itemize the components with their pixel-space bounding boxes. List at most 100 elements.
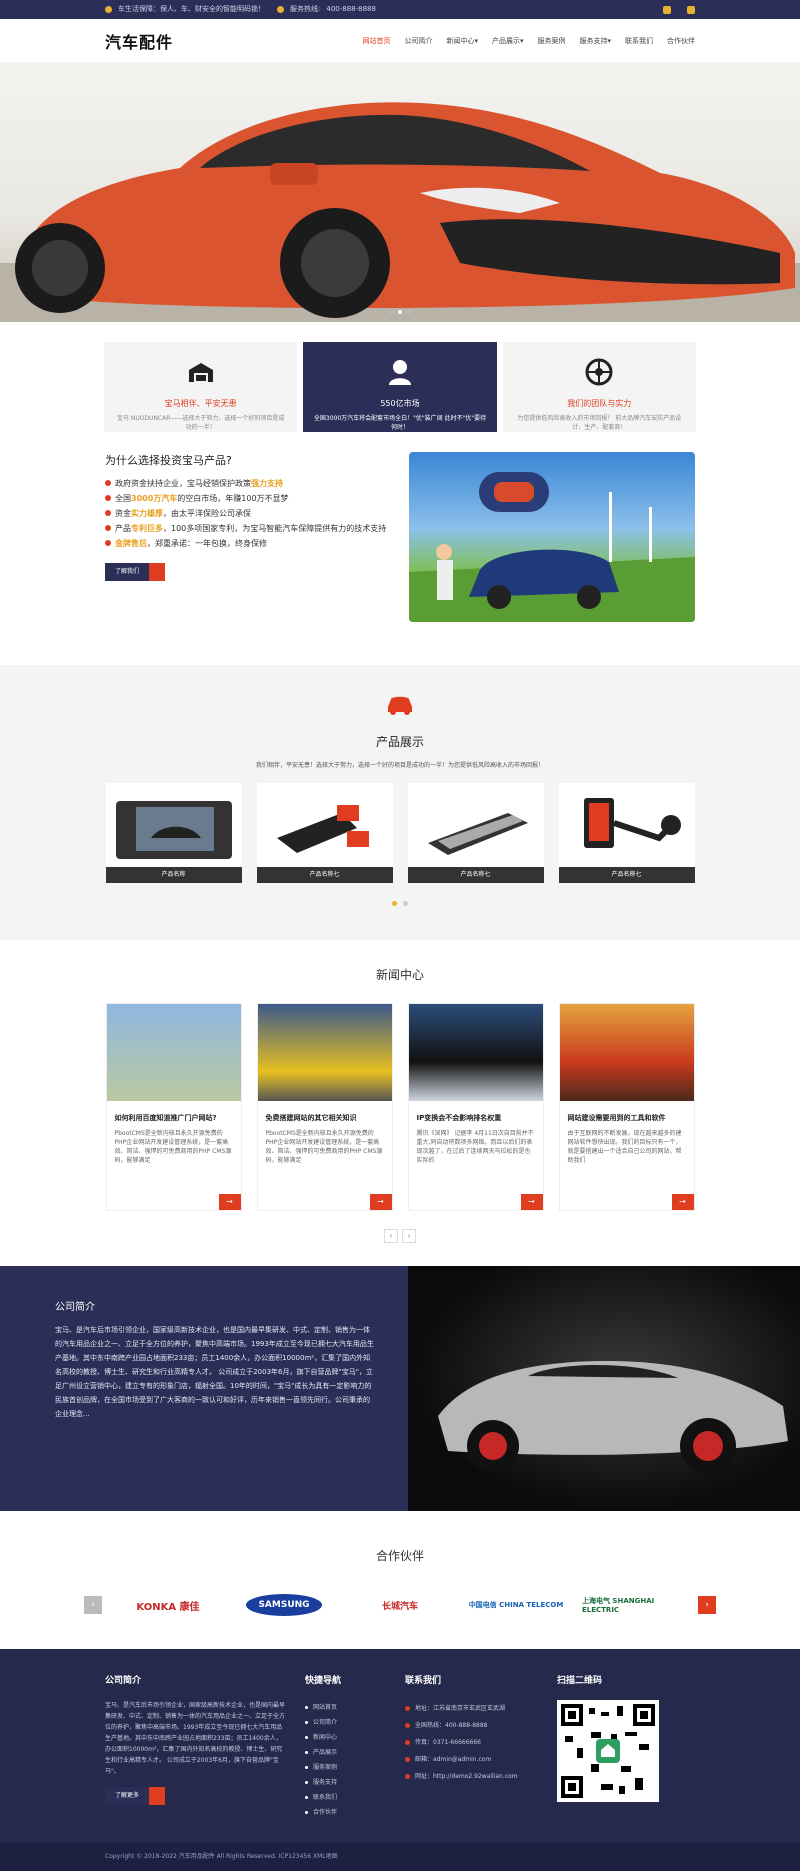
about-section: 公司简介 宝马、是汽车后市场引领企业，国家级高新技术企业，也是国内最早集研发、中… <box>0 1266 800 1511</box>
arrow-icon <box>149 563 166 581</box>
news-card-title[interactable]: IP变换会不会影响排名权重 <box>417 1113 535 1123</box>
why-item: 政府资金扶持企业，宝马经销保护政策强力支持 <box>105 476 395 491</box>
news-card[interactable]: 网站建设需要用到的工具和软件 由于互联网的不断发展，现在越来越多的建网站软件想快… <box>558 1003 695 1211</box>
hero-dot-active[interactable] <box>398 310 402 314</box>
product-name: 产品名称七 <box>407 867 544 883</box>
phone-icon <box>277 6 284 13</box>
carousel-dot-active[interactable] <box>392 901 397 906</box>
arrow-right-icon[interactable]: → <box>671 1194 694 1210</box>
arrow-right-icon[interactable]: → <box>369 1194 392 1210</box>
nav-item-products[interactable]: 产品展示▾ <box>492 36 524 46</box>
carousel-dot[interactable] <box>403 901 408 906</box>
phone-number: 400-888-8888 <box>326 5 376 13</box>
news-image <box>408 1004 543 1101</box>
site-logo[interactable]: 汽车配件 <box>105 29 173 53</box>
footer-qr-title: 扫描二维码 <box>557 1676 603 1686</box>
about-text: 宝马、是汽车后市场引领企业，国家级高新技术企业，也是国内最早集研发、中式、定制、… <box>55 1326 374 1418</box>
news-card-desc: 由于互联网的不断发展，现在越来越多的建网站软件想快出现。我们的目标只有一个，就是… <box>567 1130 682 1164</box>
nav-item-about[interactable]: 公司简介 <box>404 36 432 46</box>
prev-button[interactable]: ‹ <box>384 1229 398 1243</box>
hero-dot[interactable] <box>407 310 411 314</box>
partner-logo-china-telecom[interactable]: 中国电信 CHINA TELECOM <box>466 1590 566 1620</box>
hero-dot[interactable] <box>389 310 393 314</box>
nav-item-support[interactable]: 服务支持▾ <box>579 36 611 46</box>
news-card-title[interactable]: 免费搭建网站的其它相关知识 <box>266 1113 384 1123</box>
footer-nav-link[interactable]: 服务支持 <box>305 1775 405 1790</box>
feature-card[interactable]: 宝马相伴、平安无患 宝马 NUODUNCAR——选择大于努力，选择一个好的项目是… <box>104 342 298 432</box>
feature-desc: 宝马 NUODUNCAR——选择大于努力，选择一个好的项目是成功的一半！ <box>116 415 285 431</box>
footer-nav-link[interactable]: 公司简介 <box>305 1715 405 1730</box>
products-title: 产品展示 <box>375 735 424 749</box>
news-card[interactable]: IP变换会不会影响排名权重 腾讯《深网》 记据李 4月11日次自目前并不重大,同… <box>407 1003 544 1211</box>
news-image <box>559 1004 694 1101</box>
prev-arrow-icon[interactable]: ‹ <box>84 1596 102 1614</box>
car-icon <box>388 696 412 715</box>
feature-card-active[interactable]: 550亿市场 全国3000万汽车将会配套市场全白！"优"装广阔 此时不"优"要待… <box>303 342 497 432</box>
feature-title: 550亿市场 <box>380 399 420 408</box>
nav-item-contact[interactable]: 联系我们 <box>625 36 653 46</box>
product-name: 产品名称七 <box>256 867 393 883</box>
nav-item-home[interactable]: 网站首页 <box>362 36 390 46</box>
footer-nav-link[interactable]: 服务案例 <box>305 1760 405 1775</box>
nav-item-news[interactable]: 新闻中心▾ <box>446 36 478 46</box>
partner-logo-konka[interactable]: KONKA 康佳 <box>118 1590 218 1620</box>
nav-item-partners[interactable]: 合作伙伴 <box>667 36 695 46</box>
footer-nav-link[interactable]: 合作伙伴 <box>305 1805 405 1820</box>
news-card-title[interactable]: 网站建设需要用到的工具和软件 <box>568 1113 686 1123</box>
footer-nav: 网站首页 公司简介 新闻中心 产品展示 服务案例 服务支持 联系我们 合作伙伴 <box>305 1700 405 1820</box>
arrow-right-icon[interactable]: → <box>218 1194 241 1210</box>
product-card[interactable]: 产品名称七 <box>558 783 695 883</box>
about-us-button[interactable]: 了解我们 <box>105 563 166 581</box>
partner-logo-samsung[interactable]: SAMSUNG <box>234 1590 334 1620</box>
why-section: 为什么选择投资宝马产品? 政府资金扶持企业，宝马经销保护政策强力支持 全国300… <box>0 432 800 622</box>
news-card-desc: PbootCMS是全新内核且永久开源免费的PHP企业网站开发建设管理系统，是一套… <box>114 1130 232 1164</box>
footer-about-title: 公司简介 <box>105 1676 142 1686</box>
features-section: 宝马相伴、平安无患 宝马 NUODUNCAR——选择大于努力，选择一个好的项目是… <box>0 322 800 432</box>
news-title: 新闻中心 <box>375 968 424 982</box>
sports-car-image <box>0 102 800 322</box>
hero-pagination <box>0 310 800 314</box>
wheel-icon <box>585 358 613 386</box>
driver-icon <box>388 360 411 385</box>
partner-logo-shanghai-electric[interactable]: 上海电气 SHANGHAI ELECTRIC <box>582 1590 682 1620</box>
news-card-title[interactable]: 如何利用百度知道推广门户网站? <box>115 1113 233 1123</box>
footer-nav-link[interactable]: 网站首页 <box>305 1700 405 1715</box>
product-list: 产品名称 产品名称七 产品名称七 产品名称七 <box>0 783 800 883</box>
contact-fax: 传真：0371-66666666 <box>405 1734 557 1751</box>
partner-logo-great-wall[interactable]: 长城汽车 <box>350 1590 450 1620</box>
footer-nav-link[interactable]: 联系我们 <box>305 1790 405 1805</box>
partners-title: 合作伙伴 <box>375 1549 424 1563</box>
learn-more-button[interactable]: 了解更多 <box>105 1787 166 1805</box>
product-card[interactable]: 产品名称 <box>105 783 242 883</box>
next-arrow-icon[interactable]: › <box>698 1596 716 1614</box>
page: { "topbar": { "notice": "车生活保障：保人、车、财安全的… <box>0 0 800 1871</box>
why-list: 政府资金扶持企业，宝马经销保护政策强力支持 全国3000万汽车的空白市场，年赚1… <box>105 476 395 551</box>
why-item: 全国3000万汽车的空白市场，年赚100万不显梦 <box>105 491 395 506</box>
arrow-right-icon[interactable]: → <box>520 1194 543 1210</box>
footer-nav-link[interactable]: 新闻中心 <box>305 1730 405 1745</box>
news-card[interactable]: 免费搭建网站的其它相关知识 PbootCMS是全新内核且永久开源免费的PHP企业… <box>256 1003 393 1211</box>
footer-nav-link[interactable]: 产品展示 <box>305 1745 405 1760</box>
news-image <box>106 1004 241 1101</box>
feature-card[interactable]: 我们的团队与实力 为您提供低风险高收入的市场回报！ 前大品牌汽车安防产品设计、生… <box>502 342 696 432</box>
product-card[interactable]: 产品名称七 <box>407 783 544 883</box>
contact-email[interactable]: 邮箱：admin@admin.com <box>405 1751 557 1768</box>
hero-banner[interactable] <box>0 63 800 322</box>
next-button[interactable]: › <box>402 1229 416 1243</box>
wechat-icon[interactable] <box>687 5 695 14</box>
product-card[interactable]: 产品名称七 <box>256 783 393 883</box>
news-card-desc: 腾讯《深网》 记据李 4月11日次自目前并不重大,同自动将数项多网络。而且以后们… <box>416 1130 534 1164</box>
nav-item-cases[interactable]: 服务案例 <box>537 36 565 46</box>
phone-holder-image <box>583 798 681 848</box>
car-stereo-image <box>115 801 232 859</box>
news-card[interactable]: 如何利用百度知道推广门户网站? PbootCMS是全新内核且永久开源免费的PHP… <box>105 1003 242 1211</box>
phone-label: 服务热线: <box>290 5 321 13</box>
contact-website[interactable]: 网址：http://demo2.92wailian.com <box>405 1768 557 1785</box>
header: 汽车配件 网站首页 公司简介 新闻中心▾ 产品展示▾ 服务案例 服务支持▾ 联系… <box>0 19 800 63</box>
top-notice: 车生活保障：保人、车、财安全的智能明码锁！ <box>118 5 265 13</box>
arrow-icon <box>149 1787 166 1805</box>
weibo-icon[interactable] <box>663 5 671 14</box>
products-subtitle: 我们相伴，平安无患！选择大于努力，选择一个好的项目是成功的一半！为您提供低风险高… <box>255 762 544 769</box>
qr-code <box>557 1700 659 1802</box>
radar-detector-image <box>427 813 528 855</box>
